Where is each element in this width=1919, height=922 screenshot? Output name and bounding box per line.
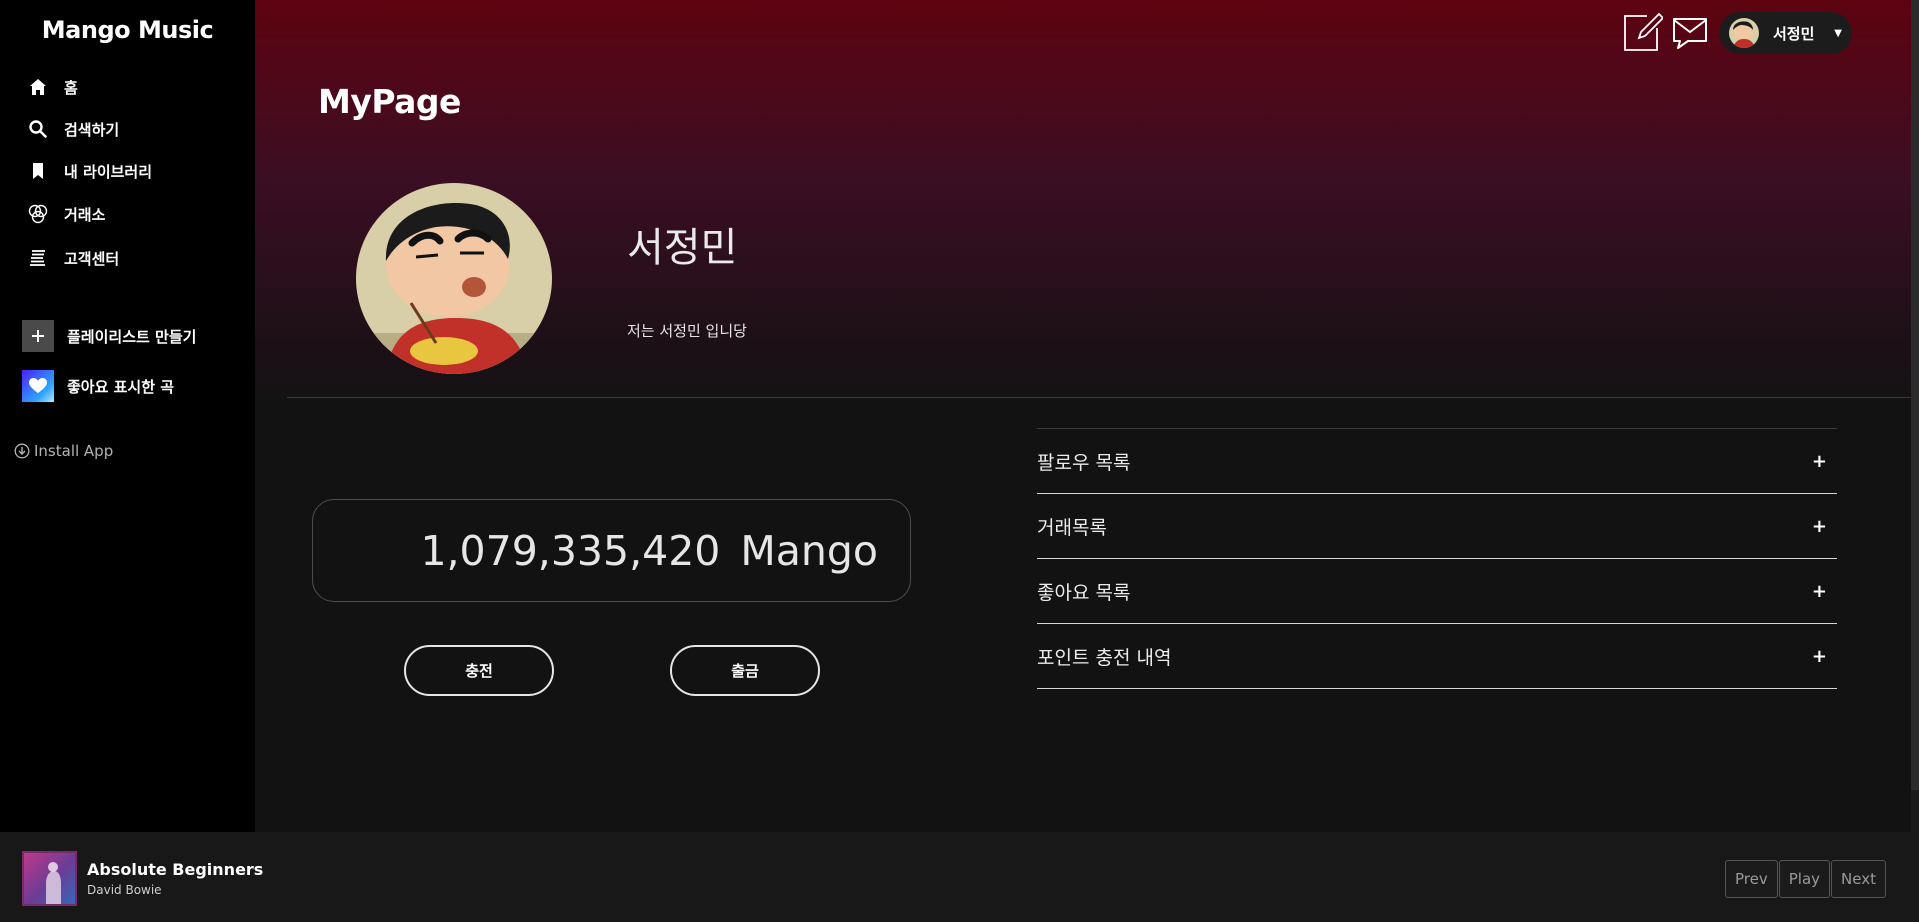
nav-support[interactable]: 고객센터 — [26, 243, 119, 273]
balance-unit: Mango — [740, 526, 878, 575]
track-title: Absolute Beginners — [87, 860, 264, 879]
accordion-label: 팔로우 목록 — [1037, 451, 1131, 474]
charge-button-label: 충전 — [465, 662, 493, 680]
create-playlist-label: 플레이리스트 만들기 — [67, 327, 197, 346]
user-menu-button[interactable]: 서정민 ▼ — [1719, 12, 1852, 54]
home-icon — [26, 75, 50, 99]
liked-songs-button[interactable]: 좋아요 표시한 곡 — [22, 370, 174, 402]
nav-library[interactable]: 내 라이브러리 — [26, 156, 152, 186]
accordion-point-history[interactable]: 포인트 충전 내역 + — [1037, 624, 1837, 689]
nav-search-label: 검색하기 — [64, 120, 120, 139]
download-circle-icon — [14, 443, 30, 459]
accordion-follow-list[interactable]: 팔로우 목록 + — [1037, 429, 1837, 494]
mail-icon — [1670, 11, 1710, 55]
user-name: 서정민 — [1773, 24, 1815, 43]
prev-button[interactable]: Prev — [1725, 860, 1778, 898]
player-controls: Prev Play Next — [1725, 860, 1887, 898]
plus-icon: + — [1811, 450, 1827, 472]
nav-home-label: 홈 — [64, 78, 78, 97]
accordion-label: 거래목록 — [1037, 516, 1107, 539]
accordion-label: 포인트 충전 내역 — [1037, 646, 1172, 669]
balance-amount: 1,079,335,420 — [420, 526, 721, 575]
messages-button[interactable] — [1669, 12, 1711, 54]
accordion-like-list[interactable]: 좋아요 목록 + — [1037, 559, 1837, 624]
bookmark-icon — [26, 159, 50, 183]
search-icon — [26, 117, 50, 141]
profile-avatar — [356, 183, 552, 374]
mango-balance: 1,079,335,420 Mango — [312, 499, 911, 602]
play-button[interactable]: Play — [1778, 860, 1831, 898]
caret-down-icon: ▼ — [1834, 27, 1842, 39]
accordion-trade-list[interactable]: 거래목록 + — [1037, 494, 1837, 559]
write-button[interactable] — [1621, 10, 1665, 56]
plus-icon: + — [1811, 515, 1827, 537]
mypage-accordion: 팔로우 목록 + 거래목록 + 좋아요 목록 + 포인트 충전 내역 + — [1037, 428, 1837, 689]
sidebar: Mango Music 홈 검색하기 내 라이브러리 거래소 고객센터 플레이리… — [0, 0, 255, 832]
avatar — [1729, 18, 1759, 48]
profile-bio: 저는 서정민 입니당 — [627, 322, 747, 340]
withdraw-button[interactable]: 출금 — [670, 645, 820, 696]
liked-songs-label: 좋아요 표시한 곡 — [67, 377, 175, 396]
nav-home[interactable]: 홈 — [26, 72, 78, 102]
nav-search[interactable]: 검색하기 — [26, 114, 119, 144]
next-button[interactable]: Next — [1831, 860, 1886, 898]
plus-icon — [22, 320, 54, 352]
plus-icon: + — [1811, 645, 1827, 667]
exchange-icon — [26, 202, 50, 226]
track-artist: David Bowie — [87, 883, 162, 897]
nav-exchange[interactable]: 거래소 — [26, 199, 105, 229]
withdraw-button-label: 출금 — [731, 662, 759, 680]
plus-icon: + — [1811, 580, 1827, 602]
edit-icon — [1621, 10, 1665, 56]
header-actions: 서정민 ▼ — [1621, 12, 1852, 54]
scrollbar-thumb[interactable] — [1911, 0, 1919, 790]
brand-logo[interactable]: Mango Music — [0, 16, 255, 44]
install-app-button[interactable]: Install App — [14, 442, 113, 460]
album-cover — [22, 851, 77, 906]
support-icon — [26, 246, 50, 270]
nav-support-label: 고객센터 — [64, 249, 120, 268]
install-app-label: Install App — [34, 442, 114, 460]
heart-icon — [22, 370, 54, 402]
page-title: MyPage — [318, 82, 461, 121]
create-playlist-button[interactable]: 플레이리스트 만들기 — [22, 320, 196, 352]
profile-name: 서정민 — [627, 225, 738, 271]
nav-exchange-label: 거래소 — [64, 205, 106, 224]
main-content: MyPage 서정민 저는 서정민 입니당 서정민 ▼ 1,079,335,42… — [255, 0, 1919, 832]
accordion-label: 좋아요 목록 — [1037, 581, 1131, 604]
player-bar: Absolute Beginners David Bowie Prev Play… — [0, 832, 1919, 922]
hero-divider — [287, 397, 1919, 398]
charge-button[interactable]: 충전 — [404, 645, 554, 696]
nav-library-label: 내 라이브러리 — [64, 162, 153, 181]
